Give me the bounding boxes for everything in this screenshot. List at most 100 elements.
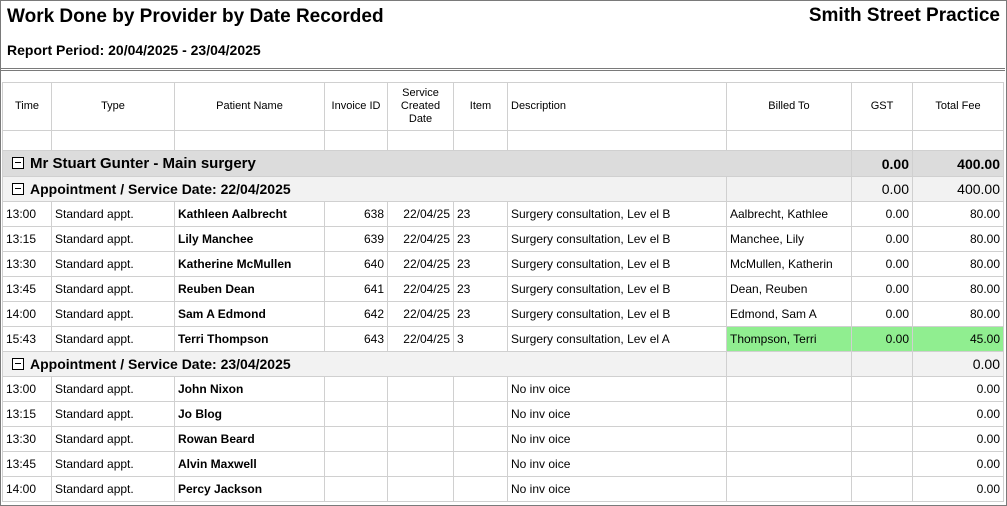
cell-invoice: 641: [324, 276, 388, 302]
cell-type: Standard appt.: [51, 301, 175, 327]
cell-gst: [851, 376, 913, 402]
cell-type: Standard appt.: [51, 201, 175, 227]
cell-total: 80.00: [912, 226, 1004, 252]
cell-item: 23: [453, 226, 508, 252]
col-type[interactable]: Type: [51, 82, 175, 131]
cell-description: No inv oice: [507, 401, 727, 427]
col-created[interactable]: Service Created Date: [387, 82, 454, 131]
cell-total: 80.00: [912, 301, 1004, 327]
table-row[interactable]: 13:30 Standard appt. Katherine McMullen 640…: [2, 251, 1004, 277]
group-billed-cell: [726, 176, 852, 202]
cell-item: 3: [453, 326, 508, 352]
group-total: 400.00: [912, 176, 1004, 202]
cell-total: 0.00: [912, 476, 1004, 502]
cell-invoice: 638: [324, 201, 388, 227]
cell-billed: Edmond, Sam A: [726, 301, 852, 327]
cell-item: 23: [453, 276, 508, 302]
cell-time: 13:15: [2, 401, 52, 427]
cell-total: 80.00: [912, 201, 1004, 227]
table-row[interactable]: 15:43 Standard appt. Terri Thompson 643 22/0…: [2, 326, 1004, 352]
cell-gst: 0.00: [851, 226, 913, 252]
date-group-row[interactable]: Appointment / Service Date: 22/04/2025 0.…: [2, 176, 1004, 202]
cell-invoice: 640: [324, 251, 388, 277]
cell-billed: Manchee, Lily: [726, 226, 852, 252]
table-row[interactable]: 13:30 Standard appt. Rowan Beard No inv oic…: [2, 426, 1004, 452]
report-period: Report Period: 20/04/2025 - 23/04/2025: [7, 42, 261, 58]
cell-time: 13:30: [2, 426, 52, 452]
cell-patient: Terri Thompson: [174, 326, 325, 352]
group-gst: [851, 351, 913, 377]
cell-type: Standard appt.: [51, 326, 175, 352]
cell-total: 0.00: [912, 426, 1004, 452]
cell-invoice: 642: [324, 301, 388, 327]
cell-invoice: [324, 426, 388, 452]
cell-created: 22/04/25: [387, 251, 454, 277]
cell-patient: Rowan Beard: [174, 426, 325, 452]
cell-type: Standard appt.: [51, 376, 175, 402]
table-row[interactable]: 14:00 Standard appt. Sam A Edmond 642 22/04/…: [2, 301, 1004, 327]
group-total: 0.00: [912, 351, 1004, 377]
cell-gst: 0.00: [851, 326, 913, 352]
col-invoice[interactable]: Invoice ID: [324, 82, 388, 131]
cell-item: 23: [453, 251, 508, 277]
cell-created: 22/04/25: [387, 276, 454, 302]
cell-time: 14:00: [2, 476, 52, 502]
provider-name: Mr Stuart Gunter - Main surgery: [30, 155, 256, 172]
cell-billed: [726, 376, 852, 402]
col-gst[interactable]: GST: [851, 82, 913, 131]
cell-time: 13:30: [2, 251, 52, 277]
cell-invoice: 639: [324, 226, 388, 252]
cell-description: Surgery consultation, Lev el B: [507, 226, 727, 252]
cell-gst: [851, 401, 913, 427]
cell-gst: 0.00: [851, 201, 913, 227]
cell-gst: 0.00: [851, 276, 913, 302]
col-total[interactable]: Total Fee: [912, 82, 1004, 131]
cell-gst: 0.00: [851, 301, 913, 327]
cell-patient: Reuben Dean: [174, 276, 325, 302]
cell-description: No inv oice: [507, 376, 727, 402]
provider-row[interactable]: Mr Stuart Gunter - Main surgery 0.00 400…: [2, 150, 1004, 177]
cell-type: Standard appt.: [51, 451, 175, 477]
col-billed[interactable]: Billed To: [726, 82, 852, 131]
work-done-table: Time Type Patient Name Invoice ID Servic…: [2, 82, 1004, 502]
table-row[interactable]: 13:00 Standard appt. Kathleen Aalbrecht 638…: [2, 201, 1004, 227]
table-row[interactable]: 13:45 Standard appt. Alvin Maxwell No inv o…: [2, 451, 1004, 477]
cell-item: [453, 476, 508, 502]
cell-patient: Jo Blog: [174, 401, 325, 427]
table-row[interactable]: 13:15 Standard appt. Lily Manchee 639 22/04/…: [2, 226, 1004, 252]
practice-name: Smith Street Practice: [808, 5, 1000, 26]
cell-item: [453, 451, 508, 477]
cell-description: Surgery consultation, Lev el B: [507, 276, 727, 302]
cell-patient: Percy Jackson: [174, 476, 325, 502]
col-description[interactable]: Description: [507, 82, 727, 131]
table-row[interactable]: 13:15 Standard appt. Jo Blog No inv oice 0.0…: [2, 401, 1004, 427]
cell-type: Standard appt.: [51, 426, 175, 452]
group-gst: 0.00: [851, 176, 913, 202]
collapse-icon[interactable]: [12, 157, 24, 170]
col-item[interactable]: Item: [453, 82, 508, 131]
table-row[interactable]: 13:45 Standard appt. Reuben Dean 641 22/04/2…: [2, 276, 1004, 302]
cell-total: 80.00: [912, 251, 1004, 277]
table-row[interactable]: 14:00 Standard appt. Percy Jackson No inv o…: [2, 476, 1004, 502]
col-patient[interactable]: Patient Name: [174, 82, 325, 131]
cell-gst: 0.00: [851, 251, 913, 277]
cell-patient: Kathleen Aalbrecht: [174, 201, 325, 227]
date-group-row[interactable]: Appointment / Service Date: 23/04/2025 0.…: [2, 351, 1004, 377]
cell-invoice: [324, 401, 388, 427]
collapse-icon[interactable]: [12, 358, 24, 371]
cell-billed: Aalbrecht, Kathlee: [726, 201, 852, 227]
cell-created: [387, 401, 454, 427]
cell-item: [453, 376, 508, 402]
cell-created: 22/04/25: [387, 301, 454, 327]
cell-item: 23: [453, 201, 508, 227]
cell-billed: [726, 426, 852, 452]
collapse-icon[interactable]: [12, 183, 24, 196]
table-row[interactable]: 13:00 Standard appt. John Nixon No inv oice…: [2, 376, 1004, 402]
cell-description: No inv oice: [507, 451, 727, 477]
cell-type: Standard appt.: [51, 226, 175, 252]
cell-total: 80.00: [912, 276, 1004, 302]
cell-patient: Sam A Edmond: [174, 301, 325, 327]
cell-total: 0.00: [912, 376, 1004, 402]
header-divider: [0, 68, 1005, 69]
col-time[interactable]: Time: [2, 82, 52, 131]
